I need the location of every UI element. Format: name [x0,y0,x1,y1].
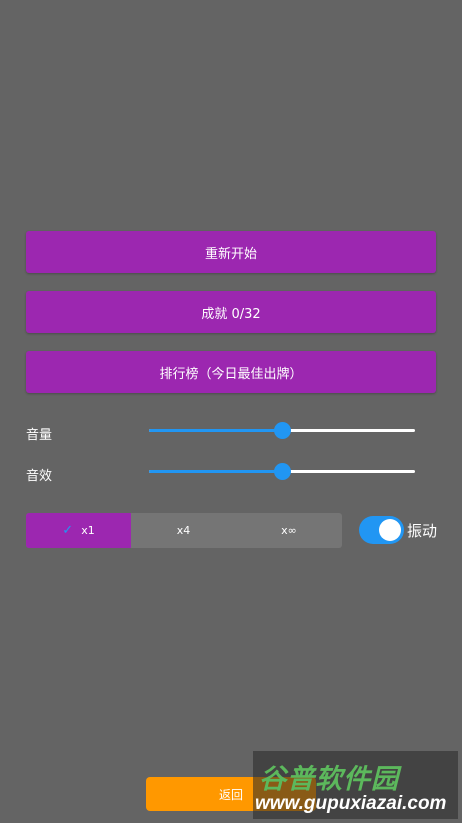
sound-effects-label: 音效 [26,469,53,484]
check-icon: ✓ [62,523,74,538]
settings-screen: 重新开始 成就 0/32 排行榜（今日最佳出牌） 音量 音效 ✓ x1 x4 x… [0,0,462,823]
volume-slider-fill [149,429,282,432]
watermark-url: www.gupuxiazai.com [255,793,447,814]
volume-slider-thumb[interactable] [274,422,291,439]
speed-selector: ✓ x1 x4 x∞ [26,513,342,548]
sound-effects-slider[interactable] [149,462,415,482]
speed-option-xinf[interactable]: x∞ [236,513,342,548]
speed-option-x4[interactable]: x4 [131,513,236,548]
back-button-label: 返回 [218,787,243,802]
achievements-button[interactable]: 成就 0/32 [26,291,436,333]
volume-label: 音量 [26,428,53,443]
vibration-label: 振动 [407,521,438,540]
speed-option-x1[interactable]: ✓ x1 [26,513,131,548]
vibration-toggle[interactable] [359,516,404,544]
speed-option-label: x∞ [281,524,297,537]
leaderboard-button-label: 排行榜（今日最佳出牌） [159,366,303,382]
speed-option-label: x4 [176,524,191,537]
sound-effects-slider-thumb[interactable] [274,463,291,480]
site-watermark: 谷普软件园 www.gupuxiazai.com [253,751,458,819]
speed-option-label: x1 [81,524,95,537]
vibration-toggle-knob [379,519,401,541]
restart-button-label: 重新开始 [204,246,257,262]
restart-button[interactable]: 重新开始 [26,231,436,273]
volume-slider[interactable] [149,421,415,441]
sound-effects-slider-fill [149,470,282,473]
watermark-title: 谷普软件园 [259,764,399,795]
vibration-setting: 振动 [359,516,437,544]
leaderboard-button[interactable]: 排行榜（今日最佳出牌） [26,351,436,393]
achievements-button-label: 成就 0/32 [201,306,261,322]
